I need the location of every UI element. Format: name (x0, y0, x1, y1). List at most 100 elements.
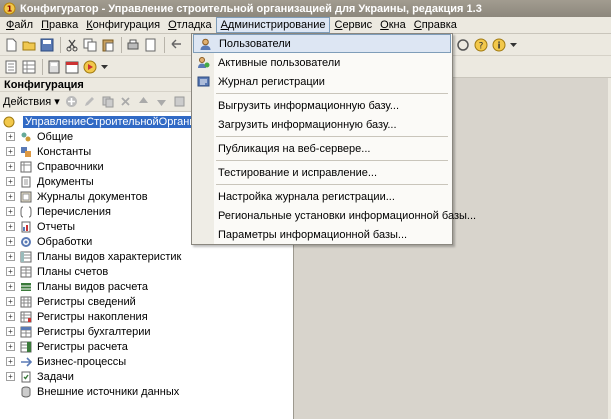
active-users-icon (197, 56, 210, 69)
toolbar-separator (164, 36, 165, 53)
menu-separator (216, 160, 448, 161)
expand-icon[interactable]: + (6, 207, 15, 216)
menu-item-import-infobase[interactable]: Загрузить информационную базу... (192, 115, 452, 134)
info-registers-icon (20, 296, 32, 308)
cut-icon[interactable] (64, 37, 80, 53)
menu-item-regional-settings[interactable]: Региональные установки информационной ба… (192, 206, 476, 225)
toolbar-separator (60, 36, 61, 53)
add-icon[interactable] (64, 94, 80, 110)
external-sources-icon (20, 386, 32, 398)
menu-configuration[interactable]: Конфигурация (82, 17, 164, 33)
document-icon[interactable] (3, 59, 19, 75)
tree-item-external-sources[interactable]: Внешние источники данных (0, 384, 293, 399)
toolbar-dropdown-icon[interactable] (509, 37, 517, 53)
help-icon[interactable]: ? (473, 37, 489, 53)
expand-icon[interactable]: + (6, 252, 15, 261)
expand-icon[interactable]: + (6, 132, 15, 141)
delete-icon[interactable] (118, 94, 134, 110)
move-up-icon[interactable] (136, 94, 152, 110)
chart-of-characteristics-icon (20, 251, 32, 263)
copy-icon[interactable] (82, 37, 98, 53)
edit-icon[interactable] (82, 94, 98, 110)
expand-icon[interactable]: + (6, 162, 15, 171)
open-folder-icon[interactable] (21, 37, 37, 53)
tree-item-chart-of-characteristics[interactable]: + Планы видов характеристик (0, 249, 293, 264)
expand-icon[interactable]: + (6, 372, 15, 381)
menu-windows[interactable]: Окна (376, 17, 410, 33)
documents-icon (20, 176, 32, 188)
tree-item-chart-of-calculation[interactable]: + Планы видов расчета (0, 279, 293, 294)
expand-icon[interactable]: + (6, 342, 15, 351)
menu-item-event-log-settings[interactable]: Настройка журнала регистрации... (192, 187, 452, 206)
user-icon (199, 38, 212, 51)
log-icon (197, 75, 210, 88)
menu-debug[interactable]: Отладка (164, 17, 216, 33)
menu-item-infobase-parameters[interactable]: Параметры информационной базы... (192, 225, 452, 244)
accumulation-registers-icon (20, 311, 32, 323)
journals-icon (20, 191, 32, 203)
chart-of-accounts-icon (20, 266, 32, 278)
new-file-icon[interactable] (3, 37, 19, 53)
menu-item-test-and-repair[interactable]: Тестирование и исправление... (192, 163, 452, 182)
menu-file[interactable]: Файл (2, 17, 37, 33)
info-icon[interactable]: i (491, 37, 507, 53)
expand-icon[interactable]: + (6, 237, 15, 246)
run-icon[interactable] (82, 59, 98, 75)
table-icon[interactable] (21, 59, 37, 75)
app-icon: 1 (3, 2, 16, 15)
actions-menu-button[interactable]: Действия ▾ (3, 95, 60, 108)
expand-icon[interactable]: + (6, 267, 15, 276)
tree-item-accounting-registers[interactable]: + Регистры бухгалтерии (0, 324, 293, 339)
tree-item-info-registers[interactable]: + Регистры сведений (0, 294, 293, 309)
menu-item-web-publishing[interactable]: Публикация на веб-сервере... (192, 139, 452, 158)
run-dropdown-icon[interactable] (100, 59, 108, 75)
expand-icon[interactable]: + (6, 282, 15, 291)
window-title: Конфигуратор - Управление строительной о… (20, 2, 482, 15)
accounting-registers-icon (20, 326, 32, 338)
calculator-icon[interactable] (46, 59, 62, 75)
tree-item-business-processes[interactable]: + Бизнес-процессы (0, 354, 293, 369)
expand-icon[interactable]: + (6, 357, 15, 366)
menu-item-users[interactable]: Пользователи (193, 34, 451, 53)
expand-icon[interactable]: + (6, 177, 15, 186)
configuration-root-icon (3, 116, 15, 128)
expand-icon[interactable]: + (6, 312, 15, 321)
constants-icon (20, 146, 32, 158)
expand-icon[interactable]: + (6, 297, 15, 306)
expand-icon[interactable]: + (6, 192, 15, 201)
copy-item-icon[interactable] (100, 94, 116, 110)
menu-separator (216, 184, 448, 185)
catalogs-icon (20, 161, 32, 173)
print-icon[interactable] (125, 37, 141, 53)
menu-edit[interactable]: Правка (37, 17, 82, 33)
undo-icon[interactable] (168, 37, 184, 53)
menu-item-export-infobase[interactable]: Выгрузить информационную базу... (192, 96, 452, 115)
enums-icon (20, 206, 32, 218)
tree-item-accumulation-registers[interactable]: + Регистры накопления (0, 309, 293, 324)
preview-icon[interactable] (143, 37, 159, 53)
menu-item-active-users[interactable]: Активные пользователи (192, 53, 452, 72)
business-processes-icon (20, 356, 32, 368)
move-down-icon[interactable] (154, 94, 170, 110)
save-icon[interactable] (39, 37, 55, 53)
sort-icon[interactable] (172, 94, 188, 110)
svg-text:?: ? (479, 42, 484, 52)
expand-icon[interactable]: + (6, 222, 15, 231)
menu-separator (216, 136, 448, 137)
paste-icon[interactable] (100, 37, 116, 53)
menu-item-event-log[interactable]: Журнал регистрации (192, 72, 452, 91)
menu-help[interactable]: Справка (410, 17, 461, 33)
menu-service[interactable]: Сервис (330, 17, 376, 33)
tree-item-calculation-registers[interactable]: + Регистры расчета (0, 339, 293, 354)
tasks-icon (20, 371, 32, 383)
config-compare-icon[interactable] (455, 37, 471, 53)
expand-icon[interactable]: + (6, 327, 15, 336)
expand-icon[interactable]: + (6, 147, 15, 156)
tree-item-chart-of-accounts[interactable]: + Планы счетов (0, 264, 293, 279)
calculation-registers-icon (20, 341, 32, 353)
window-title-bar: 1 Конфигуратор - Управление строительной… (0, 0, 611, 17)
menu-administration[interactable]: Администрирование (215, 17, 331, 33)
toolbar-separator (42, 58, 43, 75)
tree-item-tasks[interactable]: + Задачи (0, 369, 293, 384)
calendar-icon[interactable] (64, 59, 80, 75)
